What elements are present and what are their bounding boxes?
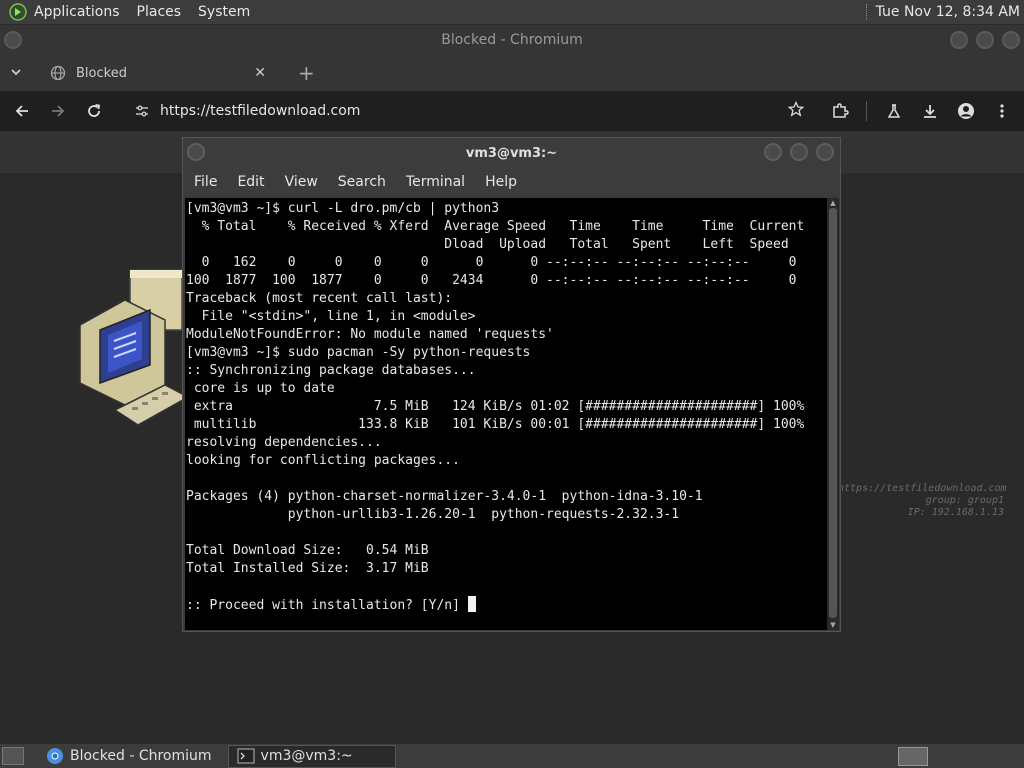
new-tab-plus-icon[interactable]: + — [298, 61, 315, 85]
computer-illustration-icon — [79, 269, 190, 426]
task-chromium-label: Blocked - Chromium — [70, 748, 212, 764]
browser-toolbar: https://testfiledownload.com — [0, 91, 1024, 131]
tab-strip: Blocked ✕ + — [0, 55, 1024, 91]
terminal-cursor — [467, 596, 476, 612]
distro-logo-icon[interactable] — [8, 3, 28, 21]
watermark-ip: IP: 192.168.1.13 — [907, 507, 1004, 518]
task-chromium[interactable]: Blocked - Chromium — [38, 745, 220, 768]
chromium-window-title: Blocked - Chromium — [441, 32, 583, 48]
terminal-menubar: File Edit View Search Terminal Help — [183, 168, 840, 196]
watermark-url: https://testfiledownload.com — [838, 483, 1007, 494]
terminal-line: :: Synchronizing package databases... — [186, 363, 476, 378]
bottom-taskbar: Blocked - Chromium vm3@vm3:~ — [0, 743, 1024, 768]
menu-search[interactable]: Search — [338, 174, 386, 190]
extensions-puzzle-icon[interactable] — [826, 97, 854, 125]
menu-file[interactable]: File — [194, 174, 217, 190]
terminal-line: ModuleNotFoundError: No module named 're… — [186, 327, 554, 342]
task-terminal[interactable]: vm3@vm3:~ — [227, 744, 396, 768]
tab-close-icon[interactable]: ✕ — [254, 65, 266, 81]
workspace-switcher[interactable] — [898, 747, 928, 766]
downloads-icon[interactable] — [916, 97, 944, 125]
profile-avatar-icon[interactable] — [952, 97, 980, 125]
scroll-up-arrow-icon[interactable]: ▲ — [829, 199, 837, 207]
terminal-line: looking for conflicting packages... — [186, 453, 460, 468]
labs-flask-icon[interactable] — [880, 97, 908, 125]
terminal-titlebar[interactable]: vm3@vm3:~ — [183, 138, 840, 168]
menu-terminal[interactable]: Terminal — [406, 174, 465, 190]
terminal-output[interactable]: [vm3@vm3 ~]$ curl -L dro.pm/cb | python3… — [185, 198, 827, 630]
close-button[interactable] — [1002, 31, 1020, 49]
scroll-down-arrow-icon[interactable]: ▼ — [829, 621, 837, 629]
terminal-line: 100 1877 100 1877 0 0 2434 0 --:--:-- --… — [186, 273, 797, 288]
minimize-button[interactable] — [950, 31, 968, 49]
url-text[interactable]: https://testfiledownload.com — [160, 103, 788, 119]
site-settings-icon[interactable] — [126, 103, 158, 119]
toolbar-divider — [866, 101, 867, 121]
terminal-text: [vm3@vm3 ~]$ curl -L dro.pm/cb | python3… — [185, 198, 827, 615]
block-page-watermark: https://testfiledownload.com group: grou… — [838, 483, 1007, 519]
terminal-line: Traceback (most recent call last): — [186, 291, 453, 306]
terminal-line: [vm3@vm3 ~]$ sudo pacman -Sy python-requ… — [186, 345, 531, 360]
terminal-line: extra 7.5 MiB 124 KiB/s 01:02 [#########… — [186, 399, 805, 414]
places-menu[interactable]: Places — [137, 4, 182, 20]
scroll-thumb[interactable] — [829, 208, 837, 618]
terminal-line: resolving dependencies... — [186, 435, 382, 450]
more-menu-kebab-icon[interactable] — [988, 97, 1016, 125]
terminal-line: [vm3@vm3 ~]$ curl -L dro.pm/cb | python3 — [186, 201, 500, 216]
forward-arrow-icon[interactable] — [44, 97, 72, 125]
window-menu-button[interactable] — [4, 31, 22, 49]
terminal-line: Total Installed Size: 3.17 MiB — [186, 561, 429, 576]
menu-help[interactable]: Help — [485, 174, 517, 190]
menu-view[interactable]: View — [285, 174, 318, 190]
bookmark-star-icon[interactable] — [787, 100, 805, 121]
maximize-button[interactable] — [976, 31, 994, 49]
terminal-window-menu-button[interactable] — [187, 143, 205, 161]
terminal-title: vm3@vm3:~ — [465, 145, 558, 161]
tab-title: Blocked — [76, 65, 127, 81]
reload-icon[interactable] — [80, 97, 108, 125]
show-desktop-icon[interactable] — [2, 747, 24, 765]
terminal-scrollbar[interactable]: ▲ ▼ — [827, 198, 839, 630]
terminal-prompt-line: :: Proceed with installation? [Y/n] — [186, 596, 827, 615]
terminal-line: Dload Upload Total Spent Left Speed — [186, 237, 789, 252]
terminal-line: 0 162 0 0 0 0 0 0 --:--:-- --:--:-- --:-… — [186, 255, 797, 270]
chromium-titlebar[interactable]: Blocked - Chromium — [0, 25, 1024, 55]
task-terminal-label: vm3@vm3:~ — [260, 748, 353, 764]
terminal-line: Packages (4) python-charset-normalizer-3… — [186, 489, 703, 504]
terminal-close-button[interactable] — [816, 143, 834, 161]
terminal-line: python-urllib3-1.26.20-1 python-requests… — [186, 507, 680, 522]
terminal-line: multilib 133.8 KiB 101 KiB/s 00:01 [####… — [186, 417, 805, 432]
panel-separator — [865, 4, 868, 20]
tab-search-chevron-icon[interactable] — [10, 66, 30, 81]
chromium-icon — [47, 748, 63, 764]
terminal-line: core is up to date — [186, 381, 335, 396]
watermark-group: group: group1 — [925, 495, 1004, 506]
clock[interactable]: Tue Nov 12, 8:34 AM — [876, 4, 1020, 20]
terminal-minimize-button[interactable] — [764, 143, 782, 161]
terminal-line: Total Download Size: 0.54 MiB — [186, 543, 429, 558]
terminal-window: vm3@vm3:~ File Edit View Search Terminal… — [182, 137, 841, 632]
applications-menu[interactable]: Applications — [34, 4, 120, 20]
terminal-icon — [237, 748, 255, 764]
menu-edit[interactable]: Edit — [237, 174, 264, 190]
address-bar[interactable]: https://testfiledownload.com — [118, 95, 818, 127]
back-arrow-icon[interactable] — [8, 97, 36, 125]
terminal-maximize-button[interactable] — [790, 143, 808, 161]
system-menu[interactable]: System — [198, 4, 250, 20]
globe-icon — [50, 65, 66, 81]
tab-blocked[interactable]: Blocked ✕ — [38, 55, 278, 91]
terminal-line: % Total % Received % Xferd Average Speed… — [186, 219, 805, 234]
top-panel: Applications Places System Tue Nov 12, 8… — [0, 0, 1024, 25]
terminal-line: File "<stdin>", line 1, in <module> — [186, 309, 476, 324]
